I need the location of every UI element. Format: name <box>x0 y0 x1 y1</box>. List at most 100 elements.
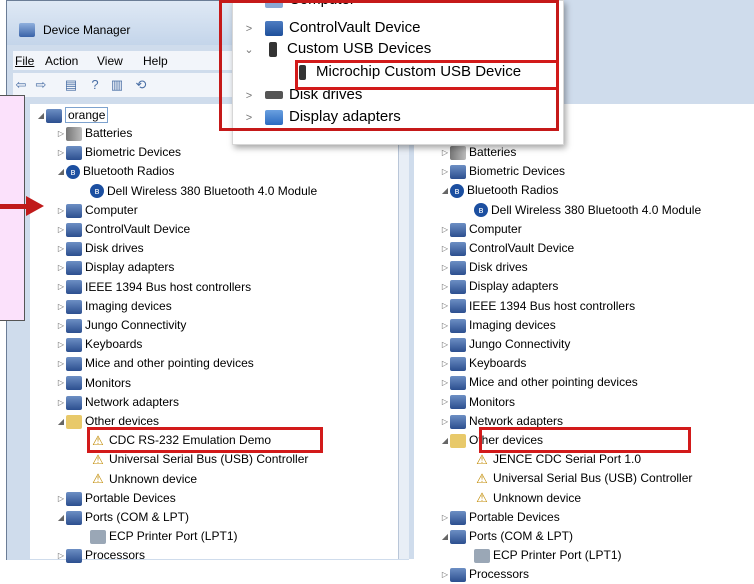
tree-item[interactable]: ▷ Monitors <box>440 393 515 411</box>
tree-item[interactable]: ʙ Dell Wireless 380 Bluetooth 4.0 Module <box>90 182 317 200</box>
tree-item[interactable]: ▷ Monitors <box>56 374 131 392</box>
expand-icon[interactable]: ▷ <box>56 355 66 373</box>
right-device-tree[interactable]: ▷ Batteries ▷ Biometric Devices ◢ ʙ Bluetooth … <box>414 104 754 583</box>
view-icon[interactable]: ▥ <box>109 77 125 93</box>
expand-icon[interactable]: ▷ <box>440 509 450 527</box>
expand-icon[interactable]: ▷ <box>440 413 450 431</box>
tree-item[interactable]: ⚠ Unknown device <box>474 489 581 507</box>
expand-icon[interactable]: ▷ <box>440 374 450 392</box>
battery-icon <box>66 126 82 141</box>
expand-icon[interactable]: ▷ <box>440 163 450 181</box>
tree-item[interactable]: ▷ Processors <box>440 565 529 583</box>
expand-icon[interactable]: ▷ <box>440 278 450 296</box>
tree-item[interactable]: ▷ Network adapters <box>56 393 179 411</box>
tree-item[interactable]: ◢ Ports (COM & LPT) <box>440 527 573 545</box>
expand-icon[interactable]: ▷ <box>440 566 450 584</box>
tree-item[interactable]: ▷ Imaging devices <box>56 297 172 315</box>
menu-file[interactable]: File <box>15 54 34 68</box>
expand-icon[interactable]: ▷ <box>440 240 450 258</box>
help-icon[interactable]: ? <box>87 77 103 93</box>
tree-item[interactable]: ▷ Computer <box>56 201 138 219</box>
tree-item[interactable]: ⚠ Universal Serial Bus (USB) Controller <box>90 450 308 468</box>
tree-item[interactable]: ▷ IEEE 1394 Bus host controllers <box>56 278 251 296</box>
computer-icon <box>46 108 62 123</box>
expand-icon[interactable]: ▷ <box>56 374 66 392</box>
tree-item[interactable]: ▷ Batteries <box>440 143 516 161</box>
expand-icon[interactable]: ▷ <box>56 317 66 335</box>
tree-item[interactable]: ▷ Keyboards <box>56 335 142 353</box>
collapse-icon[interactable]: ◢ <box>56 163 66 181</box>
expand-icon[interactable]: ▷ <box>56 278 66 296</box>
menu-view[interactable]: View <box>97 54 123 68</box>
collapse-icon[interactable]: ◢ <box>440 182 450 200</box>
expand-icon[interactable]: ▷ <box>56 202 66 220</box>
collapse-icon[interactable]: ◢ <box>56 509 66 527</box>
expand-icon[interactable]: ▷ <box>56 298 66 316</box>
tree-item[interactable]: ⚠ Unknown device <box>90 470 197 488</box>
collapse-icon[interactable]: ◢ <box>440 528 450 546</box>
expand-icon[interactable]: ▷ <box>56 547 66 565</box>
expand-icon[interactable]: ▷ <box>440 393 450 411</box>
tree-item[interactable]: ▷ IEEE 1394 Bus host controllers <box>440 297 635 315</box>
expand-icon[interactable]: ▷ <box>440 221 450 239</box>
tree-item[interactable]: ▷ Keyboards <box>440 354 526 372</box>
tree-item[interactable]: ◢ ʙ Bluetooth Radios <box>56 162 174 180</box>
expand-icon[interactable]: ▷ <box>440 336 450 354</box>
warning-icon: ⚠ <box>476 452 488 468</box>
collapse-icon[interactable]: ◢ <box>440 432 450 450</box>
expand-icon[interactable]: ▷ <box>440 317 450 335</box>
tree-item-label: Batteries <box>85 126 133 140</box>
tree-item[interactable]: ▷ Portable Devices <box>56 489 176 507</box>
tree-item[interactable]: ▷ Jungo Connectivity <box>56 316 186 334</box>
expand-icon[interactable]: ▷ <box>440 297 450 315</box>
tree-item[interactable]: ʙ Dell Wireless 380 Bluetooth 4.0 Module <box>474 201 701 219</box>
expand-icon[interactable]: ▷ <box>56 125 66 143</box>
back-icon[interactable]: ⇦ <box>13 77 29 93</box>
tree-item[interactable]: ▷ Processors <box>56 546 145 564</box>
expand-icon[interactable]: ▷ <box>56 394 66 412</box>
tree-item-label: Biometric Devices <box>469 164 566 179</box>
tree-item[interactable]: ▷ ControlVault Device <box>440 239 574 257</box>
tree-item[interactable]: ECP Printer Port (LPT1) <box>90 527 237 545</box>
expand-icon[interactable]: ▷ <box>56 336 66 354</box>
tree-item[interactable]: ▷ Mice and other pointing devices <box>56 354 254 372</box>
scrollbar[interactable] <box>398 104 409 559</box>
menu-help[interactable]: Help <box>143 54 168 68</box>
tree-item[interactable]: ◢ Ports (COM & LPT) <box>56 508 189 526</box>
properties-icon[interactable]: ▤ <box>63 77 79 93</box>
tree-item[interactable]: ▷ Display adapters <box>440 277 558 295</box>
expand-icon[interactable]: ▷ <box>56 259 66 277</box>
tree-item[interactable]: ▷ Biometric Devices <box>440 162 565 180</box>
expand-icon[interactable]: ◢ <box>36 107 46 125</box>
tree-item[interactable]: ▷ Mice and other pointing devices <box>440 373 638 391</box>
tree-item[interactable]: ▷ Disk drives <box>440 258 528 276</box>
expand-icon[interactable]: ▷ <box>440 144 450 162</box>
tree-item[interactable]: ▷ ControlVault Device <box>56 220 190 238</box>
camera-icon <box>66 299 82 314</box>
expand-icon[interactable]: ▷ <box>56 490 66 508</box>
expand-icon[interactable]: ▷ <box>56 221 66 239</box>
expand-icon[interactable]: ▷ <box>56 240 66 258</box>
left-device-tree[interactable]: ◢ orange ▷ Batteries ▷ Biometric Devices ◢ ʙ Bl… <box>30 104 400 564</box>
tree-root[interactable]: ◢ orange <box>36 106 109 125</box>
scan-hardware-icon[interactable]: ⟲ <box>133 77 149 93</box>
expand-icon[interactable]: ▷ <box>440 259 450 277</box>
tree-item[interactable]: ⚠ Universal Serial Bus (USB) Controller <box>474 469 692 487</box>
tree-item-label: Imaging devices <box>85 298 172 313</box>
tree-item[interactable]: ECP Printer Port (LPT1) <box>474 546 621 564</box>
menu-action[interactable]: Action <box>45 54 78 68</box>
tree-item[interactable]: ◢ ʙ Bluetooth Radios <box>440 181 558 199</box>
collapse-icon[interactable]: ◢ <box>56 413 66 431</box>
bluetooth-icon: ʙ <box>66 165 80 180</box>
expand-icon[interactable]: ▷ <box>440 355 450 373</box>
tree-item[interactable]: ▷ Computer <box>440 220 522 238</box>
tree-item[interactable]: ▷ Imaging devices <box>440 316 556 334</box>
tree-item[interactable]: ▷ Jungo Connectivity <box>440 335 570 353</box>
tree-item[interactable]: ▷ Batteries <box>56 124 132 142</box>
expand-icon[interactable]: ▷ <box>56 144 66 162</box>
tree-item[interactable]: ▷ Biometric Devices <box>56 143 181 161</box>
tree-item[interactable]: ▷ Disk drives <box>56 239 144 257</box>
tree-item[interactable]: ▷ Display adapters <box>56 258 174 276</box>
forward-icon[interactable]: ⇨ <box>33 77 49 93</box>
tree-item[interactable]: ▷ Portable Devices <box>440 508 560 526</box>
